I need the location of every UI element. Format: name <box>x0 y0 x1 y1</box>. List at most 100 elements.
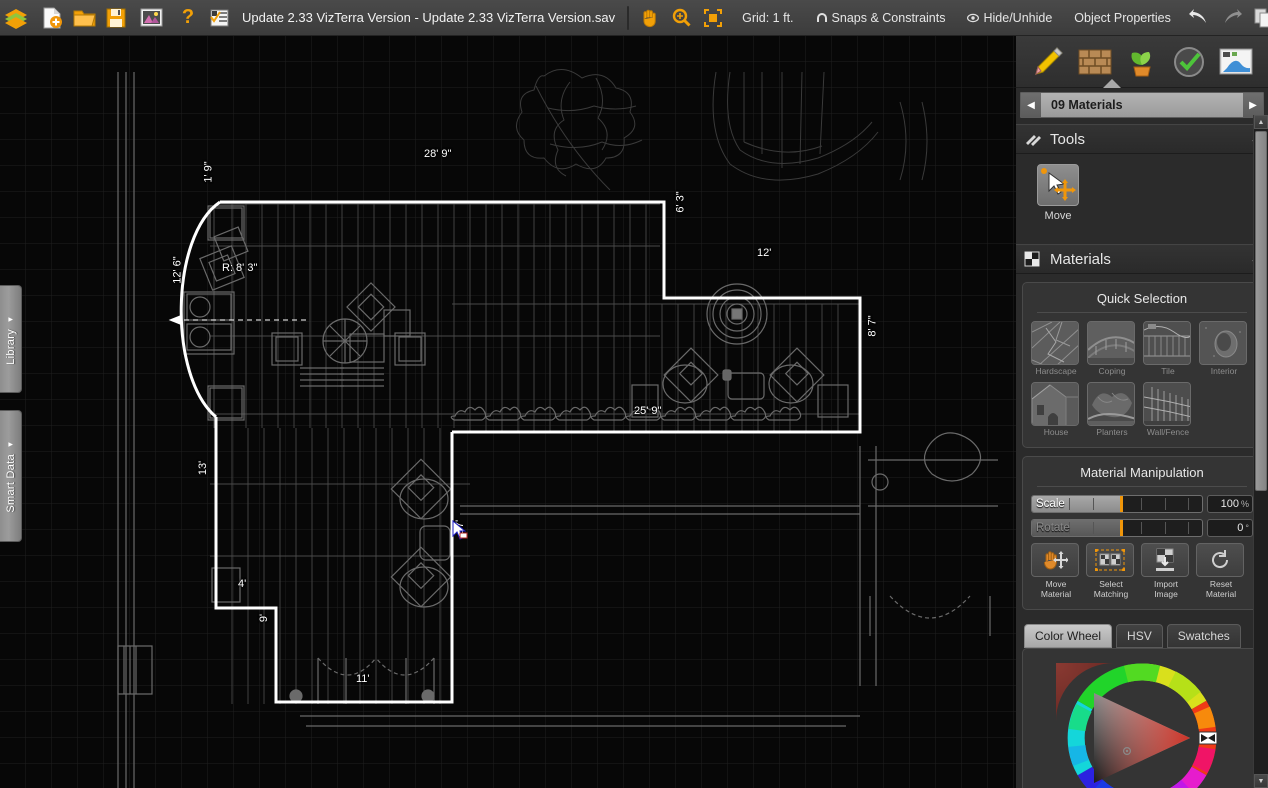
quick-hardscape-thumbnail[interactable] <box>1031 321 1079 365</box>
copy-icon[interactable] <box>1248 2 1268 34</box>
materials-title: Materials <box>1050 251 1111 268</box>
snaps-constraints-button[interactable]: Snaps & Constraints <box>807 0 955 36</box>
zoom-extents-icon[interactable] <box>697 2 729 34</box>
import-image-icon[interactable] <box>1141 543 1189 577</box>
scale-value: 100 <box>1221 498 1239 510</box>
quick-tile[interactable]: Tile <box>1143 321 1193 376</box>
move-material-button-label-line1: Move <box>1046 579 1067 589</box>
tab-color-wheel[interactable]: Color Wheel <box>1024 624 1112 648</box>
material-manipulation-group: Material Manipulation Scale 100 % <box>1022 456 1262 610</box>
move-material-button[interactable]: MoveMaterial <box>1031 543 1081 599</box>
reset-material-button[interactable]: ResetMaterial <box>1196 543 1246 599</box>
object-properties-label: Object Properties <box>1074 11 1171 25</box>
scroll-up-arrow[interactable]: ▲ <box>1254 115 1268 129</box>
document-title: Update 2.33 VizTerra Version - Update 2.… <box>236 1 623 35</box>
panel-prev-button[interactable]: ◀ <box>1021 93 1041 117</box>
image-export-icon[interactable] <box>136 2 168 34</box>
import-image-button-label: ImportImage <box>1141 579 1191 599</box>
app-logo-icon[interactable] <box>0 2 32 34</box>
tab-swatches[interactable]: Swatches <box>1167 624 1241 648</box>
deck-planks <box>232 202 838 704</box>
scale-slider[interactable]: Scale <box>1031 495 1203 513</box>
quick-planters-thumbnail[interactable] <box>1087 382 1135 426</box>
tab-hsv[interactable]: HSV <box>1116 624 1163 648</box>
view-2d-button[interactable]: 2D <box>628 7 629 29</box>
panel-scrollbar[interactable]: ▲ ▼ <box>1253 115 1268 788</box>
library-tab[interactable]: ▾ Library <box>0 285 22 393</box>
dim-9: 9' <box>258 614 270 622</box>
hand-move-icon[interactable] <box>1031 543 1079 577</box>
design-canvas[interactable]: 28' 9"1' 9"12' 6"R: 8' 3"6' 3"12'8' 7"25… <box>0 36 1016 788</box>
quick-selection-grid: Hardscape CopingTile Interior HousePlanters… <box>1031 321 1253 437</box>
quick-interior[interactable]: Interior <box>1199 321 1249 376</box>
dim-radius-8-3: R: 8' 3" <box>222 262 257 274</box>
quick-planters[interactable]: Planters <box>1087 382 1137 437</box>
color-wheel-panel[interactable] <box>1022 648 1262 788</box>
magnifier-icon[interactable] <box>665 2 697 34</box>
quick-house-thumbnail[interactable] <box>1031 382 1079 426</box>
library-tab-label: Library <box>5 329 17 365</box>
view-mode-toggle[interactable]: 2D 3D <box>627 6 629 30</box>
quick-interior-thumbnail[interactable] <box>1199 321 1247 365</box>
checklist-icon[interactable] <box>204 2 236 34</box>
redo-arrow-icon[interactable] <box>1216 2 1248 34</box>
new-file-icon[interactable] <box>36 2 68 34</box>
divider <box>1037 312 1247 313</box>
rotate-value-box[interactable]: 0 ° <box>1207 519 1253 537</box>
panel-header: ◀ 09 Materials ▶ <box>1020 92 1264 118</box>
tools-title: Tools <box>1050 131 1085 148</box>
save-icon[interactable] <box>100 2 132 34</box>
color-wheel[interactable] <box>1042 655 1242 788</box>
quick-hardscape[interactable]: Hardscape <box>1031 321 1081 376</box>
scale-row: Scale 100 % <box>1031 495 1253 513</box>
undo-arrow-icon[interactable] <box>1184 2 1216 34</box>
quick-wall-fence[interactable]: Wall/Fence <box>1143 382 1193 437</box>
scale-value-box[interactable]: 100 % <box>1207 495 1253 513</box>
rotate-thumb[interactable] <box>1120 520 1123 536</box>
move-tool-button[interactable] <box>1037 164 1079 206</box>
dim-4: 4' <box>238 578 246 590</box>
approve-check-icon[interactable] <box>1169 42 1209 82</box>
import-image-button-label-line1: Import <box>1154 579 1178 589</box>
panel-title: 09 Materials <box>1041 98 1243 112</box>
move-tool-label: Move <box>1030 210 1086 222</box>
quick-coping[interactable]: Coping <box>1087 321 1137 376</box>
selected-hardscape-outline <box>181 202 860 702</box>
quick-house[interactable]: House <box>1031 382 1081 437</box>
quick-coping-thumbnail[interactable] <box>1087 321 1135 365</box>
help-icon[interactable]: ? <box>172 2 204 34</box>
render-image-icon[interactable] <box>1216 42 1256 82</box>
grid-setting[interactable]: Grid: 1 ft. <box>733 0 802 36</box>
quick-interior-label: Interior <box>1199 366 1249 376</box>
materials-section-header[interactable]: Materials ⌄ <box>1016 244 1268 274</box>
smart-data-tab[interactable]: ▾ Smart Data <box>0 410 22 542</box>
scale-thumb[interactable] <box>1120 496 1123 512</box>
panel-next-button[interactable]: ▶ <box>1243 93 1263 117</box>
materials-brick-icon[interactable] <box>1075 42 1115 82</box>
select-matching-button[interactable]: SelectMatching <box>1086 543 1136 599</box>
design-pencil-icon[interactable] <box>1028 42 1068 82</box>
rotate-slider[interactable]: Rotate <box>1031 519 1203 537</box>
open-folder-icon[interactable] <box>68 2 100 34</box>
material-actions: MoveMaterialSelectMatchingImportImageRes… <box>1031 543 1253 599</box>
dim-25-9: 25' 9" <box>634 405 661 417</box>
quick-tile-thumbnail[interactable] <box>1143 321 1191 365</box>
scroll-down-arrow[interactable]: ▼ <box>1254 774 1268 788</box>
hide-unhide-button[interactable]: Hide/Unhide <box>958 0 1061 36</box>
quick-hardscape-label: Hardscape <box>1031 366 1081 376</box>
object-properties-button[interactable]: Object Properties <box>1065 0 1180 36</box>
scrollbar-thumb[interactable] <box>1255 131 1267 491</box>
quick-wall-fence-thumbnail[interactable] <box>1143 382 1191 426</box>
hand-icon[interactable] <box>633 2 665 34</box>
smart-data-tab-label: Smart Data <box>5 454 17 513</box>
import-image-button[interactable]: ImportImage <box>1141 543 1191 599</box>
move-cursor-icon <box>1040 167 1078 205</box>
reset-circular-arrow-icon[interactable] <box>1196 543 1244 577</box>
select-matching-button-label-line1: Select <box>1099 579 1123 589</box>
move-tool[interactable]: Move <box>1016 154 1086 228</box>
plants-icon[interactable] <box>1122 42 1162 82</box>
tools-section-header[interactable]: Tools ⌄ <box>1016 124 1268 154</box>
select-matching-icon[interactable] <box>1086 543 1134 577</box>
app-window: ? Update 2.33 VizTerra Version - Update … <box>0 0 1268 788</box>
divider <box>1037 486 1247 487</box>
